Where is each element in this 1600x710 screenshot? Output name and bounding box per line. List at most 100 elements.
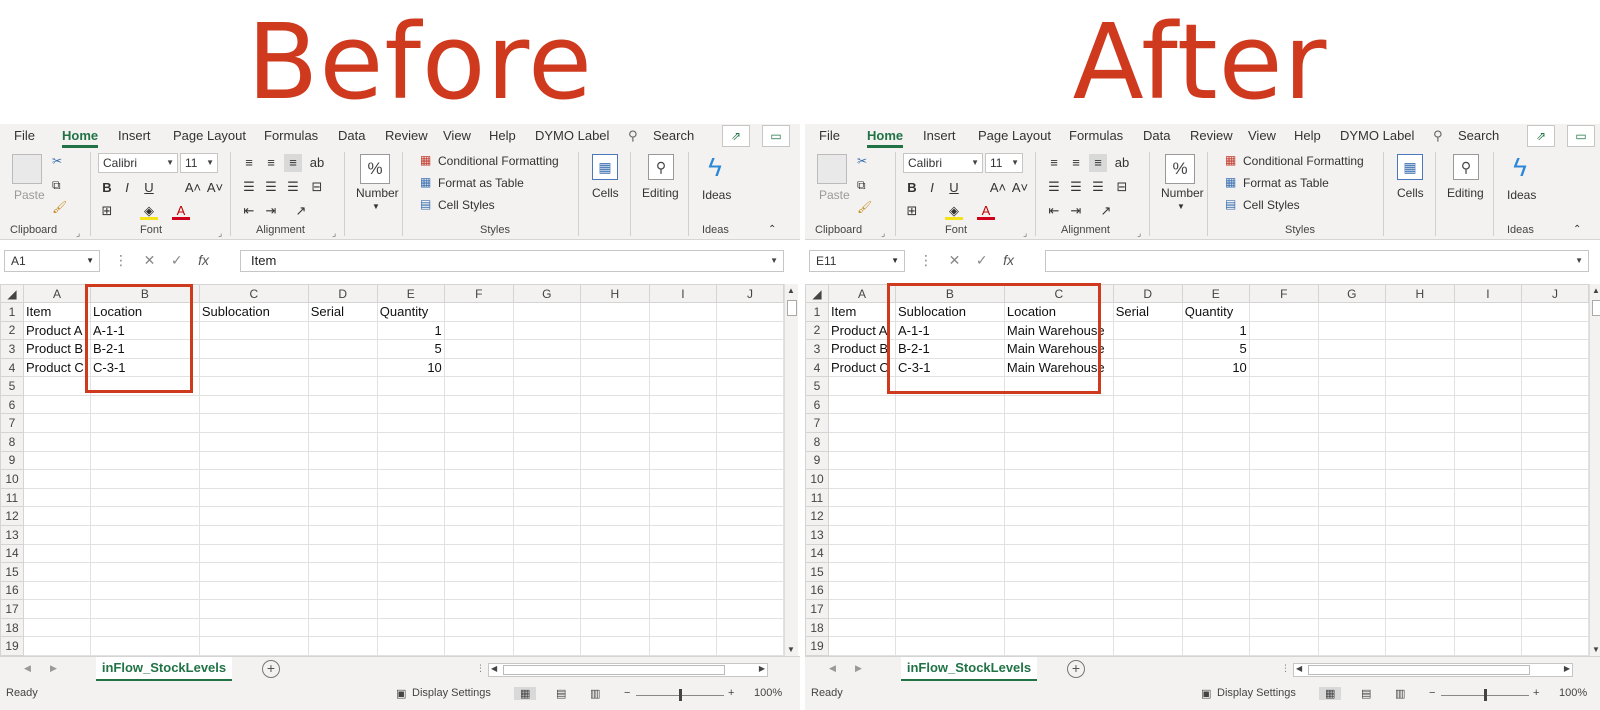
vertical-scroll-thumb[interactable] xyxy=(787,300,797,316)
cell-i19[interactable] xyxy=(1453,636,1522,656)
sheet-tab-inflow-stocklevels[interactable]: inFlow_StockLevels xyxy=(96,657,232,681)
row-header[interactable]: 9 xyxy=(805,450,830,471)
scroll-left-icon[interactable]: ◀ xyxy=(491,664,497,673)
cell-h9[interactable] xyxy=(1384,450,1455,471)
comments-icon[interactable]: ▭ xyxy=(1567,125,1595,147)
page-layout-view-icon[interactable]: ▤ xyxy=(1361,687,1371,700)
format-as-table-icon[interactable]: ▦ xyxy=(420,175,431,189)
cell-j16[interactable] xyxy=(715,580,785,601)
cell-g6[interactable] xyxy=(1317,394,1386,415)
zoom-out-icon[interactable]: − xyxy=(1429,687,1435,699)
display-settings-icon[interactable]: ▣ xyxy=(1201,687,1211,700)
cell-b10[interactable] xyxy=(90,469,200,489)
cell-i10[interactable] xyxy=(1453,469,1522,489)
cell-f15[interactable] xyxy=(1248,562,1319,582)
cell-b18[interactable] xyxy=(90,617,200,638)
scroll-down-icon[interactable]: ▼ xyxy=(1592,645,1600,654)
cell-h2[interactable] xyxy=(1384,320,1455,341)
orientation-icon[interactable]: ab xyxy=(1113,154,1131,172)
cell-a15[interactable] xyxy=(828,562,896,582)
cell-j15[interactable] xyxy=(715,562,785,582)
cell-f5[interactable] xyxy=(1248,376,1319,396)
cell-e6[interactable] xyxy=(1181,394,1250,415)
cell-f1[interactable] xyxy=(443,302,514,322)
cell-e3[interactable]: 5 xyxy=(1181,339,1250,359)
align-right-icon[interactable]: ☰ xyxy=(284,178,302,196)
cell-g5[interactable] xyxy=(512,376,581,396)
column-header-f[interactable]: F xyxy=(443,284,514,303)
borders-icon[interactable]: ⊞ xyxy=(98,202,116,220)
increase-indent-icon[interactable]: ⇥ xyxy=(262,202,280,220)
cell-e18[interactable] xyxy=(1181,617,1250,638)
cell-e15[interactable] xyxy=(1181,562,1250,582)
zoom-slider-handle[interactable] xyxy=(1484,689,1487,701)
cells-button[interactable]: Cells xyxy=(592,186,619,200)
cell-e16[interactable] xyxy=(1181,580,1250,601)
cell-g10[interactable] xyxy=(1317,469,1386,489)
scroll-down-icon[interactable]: ▼ xyxy=(787,645,795,654)
paste-button[interactable]: Paste xyxy=(819,188,850,202)
ideas-lightning-icon[interactable]: ϟ xyxy=(702,152,728,184)
menu-insert[interactable]: Insert xyxy=(923,128,956,143)
cell-j5[interactable] xyxy=(1520,376,1590,396)
cell-d3[interactable] xyxy=(307,339,378,359)
cell-d9[interactable] xyxy=(1112,450,1183,471)
format-as-table-button[interactable]: Format as Table xyxy=(1243,176,1329,190)
decrease-indent-icon[interactable]: ⇤ xyxy=(1045,202,1063,220)
cell-a14[interactable] xyxy=(828,543,896,564)
cell-g11[interactable] xyxy=(512,487,581,508)
cell-f15[interactable] xyxy=(443,562,514,582)
cell-e1[interactable]: Quantity xyxy=(376,302,445,322)
normal-view-icon[interactable]: ▦ xyxy=(1319,687,1342,700)
cell-i18[interactable] xyxy=(648,617,717,638)
font-size-combo[interactable]: 11 ▼ xyxy=(180,153,218,173)
percent-icon[interactable]: % xyxy=(360,154,390,184)
column-header-a[interactable]: A xyxy=(23,284,91,303)
cell-b2[interactable]: A-1-1 xyxy=(90,320,200,341)
row-header[interactable]: 13 xyxy=(805,524,830,545)
cell-c1[interactable]: Location xyxy=(1003,302,1114,322)
editing-search-icon[interactable]: ⚲ xyxy=(648,154,674,180)
row-header[interactable]: 9 xyxy=(0,450,25,471)
row-header[interactable]: 16 xyxy=(0,580,25,601)
row-header[interactable]: 5 xyxy=(805,376,830,396)
cell-e12[interactable] xyxy=(1181,506,1250,526)
cell-e14[interactable] xyxy=(1181,543,1250,564)
search-box[interactable]: Search xyxy=(1458,128,1499,143)
cell-e10[interactable] xyxy=(376,469,445,489)
horizontal-scroll-thumb[interactable] xyxy=(1308,665,1530,675)
cell-g14[interactable] xyxy=(1317,543,1386,564)
align-center-icon[interactable]: ☰ xyxy=(1067,178,1085,196)
cell-h17[interactable] xyxy=(579,599,650,619)
cell-d13[interactable] xyxy=(1112,524,1183,545)
cell-g13[interactable] xyxy=(512,524,581,545)
cell-j8[interactable] xyxy=(715,432,785,452)
cell-i6[interactable] xyxy=(1453,394,1522,415)
cell-d11[interactable] xyxy=(307,487,378,508)
cancel-icon[interactable]: ✕ xyxy=(949,252,961,268)
cell-d2[interactable] xyxy=(1112,320,1183,341)
cell-c18[interactable] xyxy=(1003,617,1114,638)
cell-f13[interactable] xyxy=(443,524,514,545)
cell-g16[interactable] xyxy=(1317,580,1386,601)
cell-a4[interactable]: Product C xyxy=(23,357,91,378)
text-angle-icon[interactable]: ↗ xyxy=(292,202,310,220)
comments-icon[interactable]: ▭ xyxy=(762,125,790,147)
cell-j17[interactable] xyxy=(1520,599,1590,619)
paste-button[interactable]: Paste xyxy=(14,188,45,202)
decrease-indent-icon[interactable]: ⇤ xyxy=(240,202,258,220)
cell-h5[interactable] xyxy=(1384,376,1455,396)
borders-icon[interactable]: ⊞ xyxy=(903,202,921,220)
underline-button[interactable]: U xyxy=(140,179,158,197)
cell-a18[interactable] xyxy=(23,617,91,638)
search-icon[interactable]: ⚲ xyxy=(628,128,638,144)
cell-c10[interactable] xyxy=(1003,469,1114,489)
cell-d12[interactable] xyxy=(1112,506,1183,526)
menu-help[interactable]: Help xyxy=(489,128,516,143)
cell-g1[interactable] xyxy=(1317,302,1386,322)
increase-indent-icon[interactable]: ⇥ xyxy=(1067,202,1085,220)
search-box[interactable]: Search xyxy=(653,128,694,143)
fx-icon[interactable]: fx xyxy=(1003,252,1014,268)
cell-c19[interactable] xyxy=(1003,636,1114,656)
cell-f17[interactable] xyxy=(1248,599,1319,619)
